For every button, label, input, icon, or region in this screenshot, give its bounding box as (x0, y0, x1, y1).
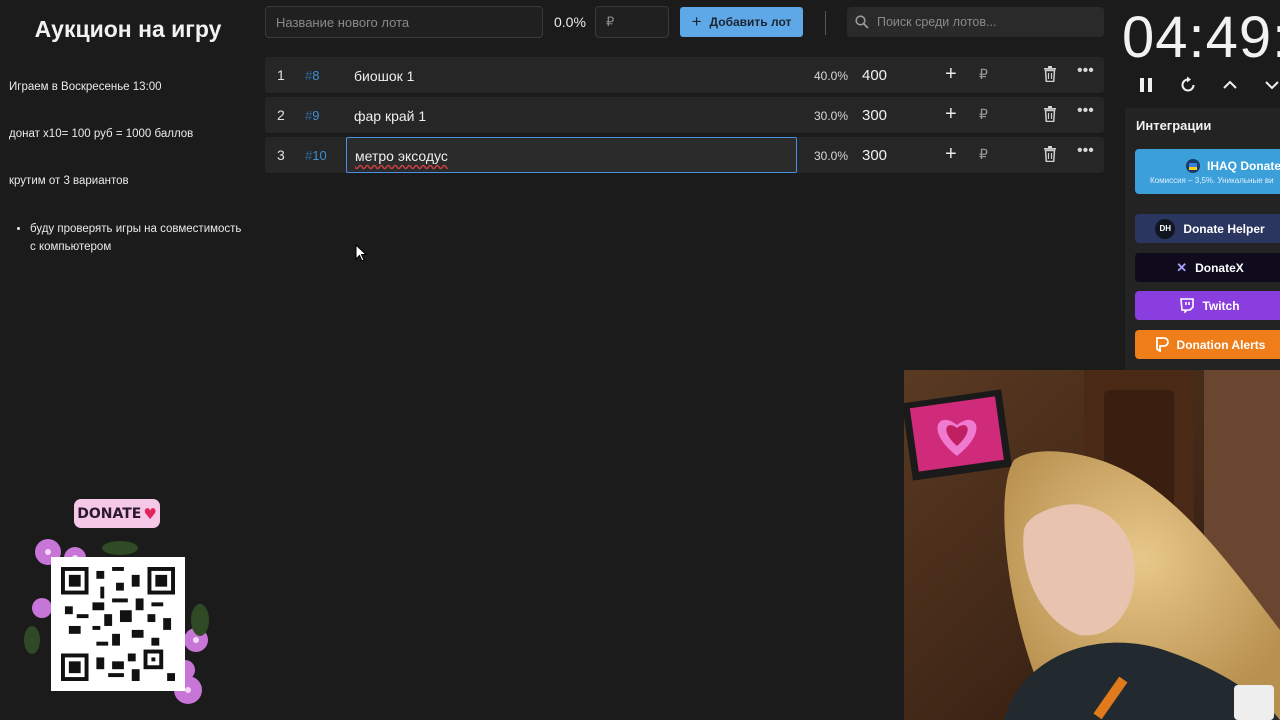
add-lot-button[interactable]: + Добавить лот (680, 7, 803, 37)
page-title: Аукцион на игру (34, 16, 222, 42)
ruble-icon: ₽ (979, 146, 988, 162)
qr-code (51, 557, 185, 691)
plus-icon[interactable]: + (945, 143, 957, 166)
trash-icon[interactable] (1043, 106, 1057, 122)
chevron-up-icon (1223, 80, 1237, 89)
integrations-title: Интеграции (1136, 118, 1212, 133)
search-placeholder: Поиск среди лотов... (877, 15, 997, 29)
pause-button[interactable] (1134, 73, 1158, 97)
integration-label: IHAQ Donate (1207, 159, 1280, 173)
ihaq-logo-icon (1186, 159, 1200, 173)
lot-name[interactable]: фар край 1 (354, 108, 426, 124)
lot-name-edit-field[interactable]: метро эксодус (346, 137, 797, 173)
note-schedule: Играем в Воскресенье 13:00 (9, 81, 162, 93)
lot-id: #8 (305, 68, 319, 83)
search-input[interactable]: Поиск среди лотов... (847, 7, 1104, 37)
restart-button[interactable] (1176, 73, 1200, 97)
lot-row-3[interactable]: 3 #10 метро эксодус 30.0% 300 + ₽ ••• (265, 137, 1104, 173)
left-panel: Аукцион на игру Играем в Воскресенье 13:… (0, 0, 256, 720)
lot-id-value: 8 (312, 68, 320, 83)
lot-amount[interactable]: 300 (862, 147, 887, 164)
donation-alerts-icon (1155, 337, 1169, 352)
plus-icon[interactable]: + (945, 63, 957, 86)
chevron-down-icon (1265, 81, 1279, 90)
heart-icon: ♥ (143, 504, 157, 523)
mouse-cursor-icon (355, 244, 367, 262)
add-lot-label: Добавить лот (709, 15, 792, 29)
lot-name[interactable]: биошок 1 (354, 68, 414, 84)
lot-name: метро эксодус (355, 148, 448, 164)
webcam-overlay (904, 370, 1280, 720)
restart-icon (1181, 76, 1195, 92)
integration-donate-helper[interactable]: DH Donate Helper (1135, 214, 1280, 243)
integration-ihaq-donate[interactable]: IHAQ Donate Комиссия – 3,5%. Уникальные … (1135, 149, 1280, 194)
ruble-icon: ₽ (979, 66, 988, 82)
amount-placeholder: ₽ (606, 14, 615, 29)
timer-display: 04:49:8 (1122, 5, 1280, 70)
note-donate-rate-text: донат х10= 100 руб = 1000 баллов (9, 128, 194, 140)
lot-amount[interactable]: 300 (862, 107, 887, 124)
plus-icon[interactable]: + (945, 103, 957, 126)
integration-label: Twitch (1202, 298, 1240, 313)
list-item: буду проверять игры на совместимость с к… (30, 220, 250, 256)
integration-label: Donation Alerts (1176, 337, 1266, 352)
more-icon[interactable]: ••• (1077, 102, 1094, 120)
lot-percent: 30.0% (814, 149, 849, 163)
integration-label: Donate Helper (1183, 221, 1265, 236)
donate-helper-logo-icon: DH (1155, 218, 1176, 239)
pause-icon (1140, 78, 1152, 92)
note-variants: крутим от 3 вариантов (9, 175, 129, 187)
lot-amount-input[interactable]: ₽ (595, 6, 669, 38)
trash-icon[interactable] (1043, 146, 1057, 162)
lot-percent: 40.0% (814, 69, 849, 83)
lot-amount[interactable]: 400 (862, 67, 887, 84)
webcam-image (904, 370, 1280, 720)
integration-twitch[interactable]: Twitch (1135, 291, 1280, 320)
note-donate-rate: донат х10= 100 руб = 1000 баллов (9, 128, 193, 140)
timer-down-button[interactable] (1260, 73, 1280, 97)
divider (825, 11, 826, 35)
notes-bullet-list: буду проверять игры на совместимость с к… (30, 220, 250, 256)
lot-row-1[interactable]: 1 #8 биошок 1 40.0% 400 + ₽ ••• (265, 57, 1104, 93)
lot-index: 3 (277, 147, 285, 163)
donate-label: DONATE (77, 505, 142, 522)
ruble-icon: ₽ (979, 106, 988, 122)
lot-id: #9 (305, 108, 319, 123)
twitch-icon (1180, 298, 1195, 313)
integration-subtitle: Комиссия – 3,5%. Уникальные ви (1150, 176, 1274, 185)
more-icon[interactable]: ••• (1077, 62, 1094, 80)
lot-name-input[interactable]: Название нового лота (265, 6, 543, 38)
integration-donation-alerts[interactable]: Donation Alerts (1135, 330, 1280, 359)
new-lot-percent: 0.0% (554, 14, 586, 30)
integration-donatex[interactable]: ✕ DonateX (1135, 253, 1280, 282)
qr-code-image (61, 567, 175, 681)
timer-up-button[interactable] (1218, 73, 1242, 97)
lot-id-value: 10 (312, 148, 327, 163)
lot-id: #10 (305, 148, 327, 163)
trash-icon[interactable] (1043, 66, 1057, 82)
search-icon (855, 15, 869, 29)
more-icon[interactable]: ••• (1077, 142, 1094, 160)
donate-badge: DONATE ♥ (74, 499, 160, 528)
lot-index: 2 (277, 107, 285, 123)
lot-percent: 30.0% (814, 109, 849, 123)
integration-label: DonateX (1195, 260, 1244, 275)
lot-index: 1 (277, 67, 285, 83)
lot-row-2[interactable]: 2 #9 фар край 1 30.0% 300 + ₽ ••• (265, 97, 1104, 133)
lot-id-value: 9 (312, 108, 320, 123)
donatex-logo-icon: ✕ (1176, 259, 1188, 275)
lot-name-placeholder: Название нового лота (276, 14, 410, 30)
plus-icon: + (691, 12, 702, 31)
